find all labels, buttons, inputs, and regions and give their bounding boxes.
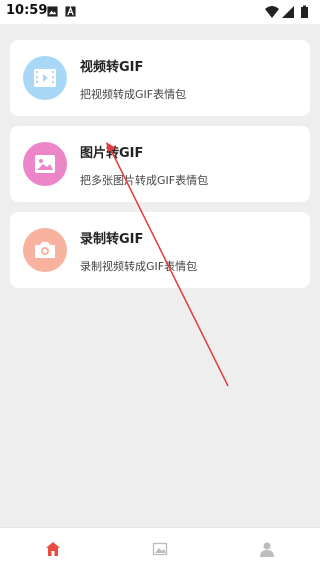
home-icon [46, 542, 60, 556]
annotation-arrow [106, 142, 229, 387]
bottom-nav [0, 527, 320, 570]
tab-profile[interactable] [214, 528, 320, 570]
tab-home[interactable] [0, 528, 106, 570]
gallery-icon [152, 542, 168, 556]
tab-gallery[interactable] [107, 528, 213, 570]
person-icon [260, 542, 274, 557]
